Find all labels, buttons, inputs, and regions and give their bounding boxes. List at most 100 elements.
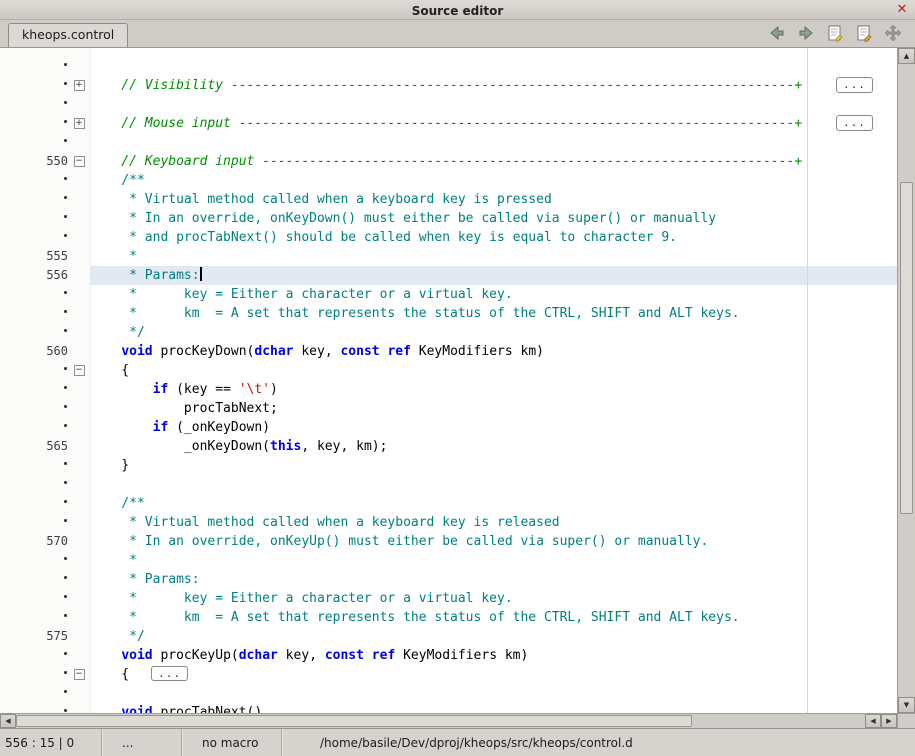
line-dot (64, 709, 67, 712)
code-text: {... (90, 665, 897, 684)
code-line[interactable] (0, 57, 897, 76)
code-line[interactable]: void procTabNext() (0, 703, 897, 713)
fold-collapse-icon[interactable]: − (74, 669, 85, 680)
code-line[interactable]: * key = Either a character or a virtual … (0, 589, 897, 608)
forward-arrow-icon[interactable] (796, 23, 816, 43)
code-line[interactable]: * (0, 551, 897, 570)
save-as-icon[interactable] (854, 23, 874, 43)
save-icon[interactable] (825, 23, 845, 43)
line-gutter: 555 (0, 247, 68, 266)
vertical-scroll-thumb[interactable] (900, 182, 913, 514)
code-text: void procKeyUp(dchar key, const ref KeyM… (90, 646, 897, 665)
tab-kheops-control[interactable]: kheops.control (8, 23, 128, 47)
line-dot (64, 101, 67, 104)
code-line[interactable]: void procKeyUp(dchar key, const ref KeyM… (0, 646, 897, 665)
line-gutter (0, 209, 68, 228)
move-icon[interactable] (883, 23, 903, 43)
line-gutter (0, 95, 68, 114)
fold-expand-icon[interactable]: + (74, 118, 85, 129)
code-text: // Visibility --------------------------… (90, 76, 897, 95)
scroll-left-icon-2[interactable]: ◀ (865, 714, 881, 728)
code-text: procTabNext; (90, 399, 897, 418)
code-text: _onKeyDown(this, key, km); (90, 437, 897, 456)
code-line[interactable]: * Virtual method called when a keyboard … (0, 190, 897, 209)
line-dot (64, 405, 67, 408)
line-gutter (0, 76, 68, 95)
macro-status: no macro (182, 729, 282, 756)
tab-label: kheops.control (22, 27, 114, 42)
code-line[interactable]: 570 * In an override, onKeyUp() must eit… (0, 532, 897, 551)
fold-column (68, 228, 90, 247)
status-bar: 556 : 15 | 0 ... no macro /home/basile/D… (0, 728, 915, 756)
right-margin-line (807, 48, 808, 713)
line-gutter (0, 589, 68, 608)
code-line[interactable]: /** (0, 171, 897, 190)
line-dot (64, 424, 67, 427)
folded-ellipsis-box[interactable]: ... (836, 115, 873, 131)
horizontal-scroll-track[interactable] (16, 714, 865, 728)
fold-column (68, 57, 90, 76)
code-line[interactable] (0, 133, 897, 152)
code-line[interactable]: if (key == '\t') (0, 380, 897, 399)
vertical-scrollbar[interactable]: ▲ ▼ (897, 48, 915, 713)
scroll-right-icon[interactable]: ▶ (881, 714, 897, 728)
code-line[interactable]: procTabNext; (0, 399, 897, 418)
code-line[interactable]: − {... (0, 665, 897, 684)
vertical-scroll-track[interactable] (898, 64, 915, 697)
code-line[interactable]: + // Visibility ------------------------… (0, 76, 897, 95)
folded-ellipsis-box[interactable]: ... (836, 77, 873, 93)
code-line[interactable]: } (0, 456, 897, 475)
line-gutter: 575 (0, 627, 68, 646)
code-line[interactable]: /** (0, 494, 897, 513)
code-line[interactable] (0, 684, 897, 703)
code-line[interactable]: * key = Either a character or a virtual … (0, 285, 897, 304)
code-line[interactable]: * Params: (0, 570, 897, 589)
code-line[interactable]: * km = A set that represents the status … (0, 304, 897, 323)
code-line[interactable]: if (_onKeyDown) (0, 418, 897, 437)
horizontal-scrollbar[interactable]: ◀ ◀ ▶ (0, 713, 915, 728)
code-editor[interactable]: + // Visibility ------------------------… (0, 48, 897, 713)
code-line[interactable] (0, 475, 897, 494)
code-line[interactable]: */ (0, 323, 897, 342)
line-gutter (0, 665, 68, 684)
line-dot (64, 671, 67, 674)
editor-main: + // Visibility ------------------------… (0, 48, 915, 713)
code-line[interactable]: 555 * (0, 247, 897, 266)
editor-toolbar (767, 23, 911, 47)
code-text: /** (90, 494, 897, 513)
line-dot (64, 215, 67, 218)
line-gutter (0, 494, 68, 513)
code-line[interactable] (0, 95, 897, 114)
scroll-down-icon[interactable]: ▼ (898, 697, 915, 713)
line-gutter (0, 380, 68, 399)
back-arrow-icon[interactable] (767, 23, 787, 43)
fold-collapse-icon[interactable]: − (74, 365, 85, 376)
code-text: * (90, 247, 897, 266)
fold-collapse-icon[interactable]: − (74, 156, 85, 167)
scroll-left-icon[interactable]: ◀ (0, 714, 16, 728)
code-line[interactable]: 550− // Keyboard input -----------------… (0, 152, 897, 171)
line-gutter: 570 (0, 532, 68, 551)
code-line[interactable]: * Virtual method called when a keyboard … (0, 513, 897, 532)
code-line[interactable]: * km = A set that represents the status … (0, 608, 897, 627)
code-line[interactable]: 565 _onKeyDown(this, key, km); (0, 437, 897, 456)
code-line[interactable]: 560 void procKeyDown(dchar key, const re… (0, 342, 897, 361)
titlebar[interactable]: Source editor ✕ (0, 0, 915, 20)
code-line[interactable]: + // Mouse input -----------------------… (0, 114, 897, 133)
code-line[interactable]: 556 * Params: (0, 266, 897, 285)
folded-ellipsis-box[interactable]: ... (151, 666, 188, 681)
code-line[interactable]: − { (0, 361, 897, 380)
caret-position-status: 556 : 15 | 0 (0, 729, 102, 756)
line-gutter (0, 703, 68, 713)
close-icon[interactable]: ✕ (894, 0, 910, 19)
scroll-up-icon[interactable]: ▲ (898, 48, 915, 64)
code-line[interactable]: * and procTabNext() should be called whe… (0, 228, 897, 247)
horizontal-scroll-thumb[interactable] (16, 715, 692, 727)
code-text (90, 95, 897, 114)
code-line[interactable]: * In an override, onKeyDown() must eithe… (0, 209, 897, 228)
editor-lines: + // Visibility ------------------------… (0, 48, 897, 713)
fold-expand-icon[interactable]: + (74, 80, 85, 91)
text-cursor (200, 267, 202, 281)
code-line[interactable]: 575 */ (0, 627, 897, 646)
code-text: * In an override, onKeyUp() must either … (90, 532, 897, 551)
